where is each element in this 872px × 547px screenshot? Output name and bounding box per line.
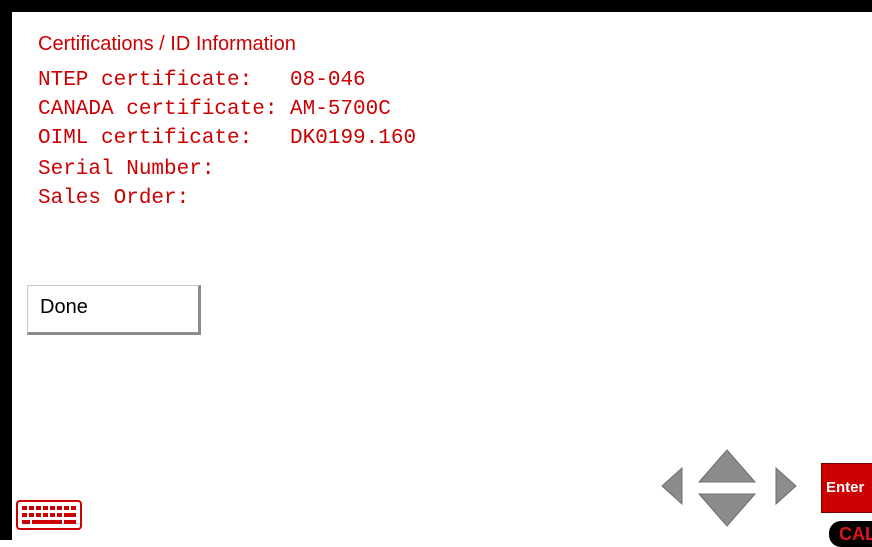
oiml-certificate-line: OIML certificate: DK0199.160 <box>38 127 417 150</box>
arrow-left-icon[interactable] <box>660 466 684 506</box>
ntep-certificate-line: NTEP certificate: 08-046 <box>38 69 366 92</box>
page-title: Certifications / ID Information <box>38 33 296 55</box>
done-button[interactable]: Done <box>27 285 201 335</box>
canada-certificate-line: CANADA certificate: AM-5700C <box>38 98 391 121</box>
keyboard-icon[interactable] <box>16 500 82 530</box>
arrow-up-icon[interactable] <box>697 448 757 484</box>
arrow-down-icon[interactable] <box>697 492 757 528</box>
arrow-right-icon[interactable] <box>774 466 798 506</box>
enter-button[interactable]: Enter <box>821 463 872 513</box>
sales-order-line: Sales Order: <box>38 187 190 210</box>
cal-button[interactable]: CAL <box>829 521 872 547</box>
serial-number-line: Serial Number: <box>38 158 215 181</box>
